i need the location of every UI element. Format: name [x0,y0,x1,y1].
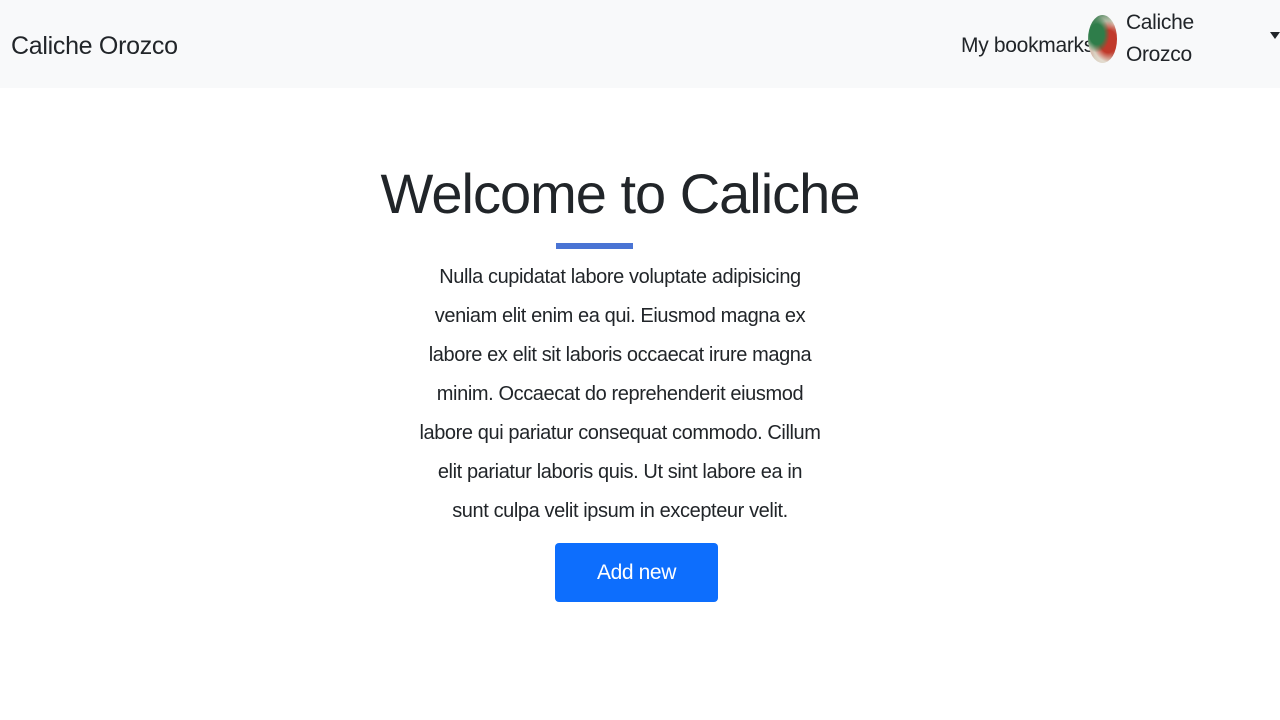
brand-link[interactable]: Caliche Orozco [11,28,178,64]
navbar: Caliche Orozco My bookmarks Caliche Oroz… [0,0,1280,88]
avatar [1088,15,1117,63]
my-bookmarks-link[interactable]: My bookmarks [961,30,1094,62]
page-title: Welcome to Caliche [380,162,861,225]
add-bookmark-button[interactable]: Add new bookmark [555,543,718,643]
title-divider [556,243,633,249]
hero-description: Nulla cupidatat labore voluptate adipisi… [419,266,821,522]
caret-down-icon [1270,31,1280,39]
user-menu-dropdown[interactable]: Caliche Orozco [1088,11,1280,66]
user-name: Caliche Orozco [1125,11,1194,66]
